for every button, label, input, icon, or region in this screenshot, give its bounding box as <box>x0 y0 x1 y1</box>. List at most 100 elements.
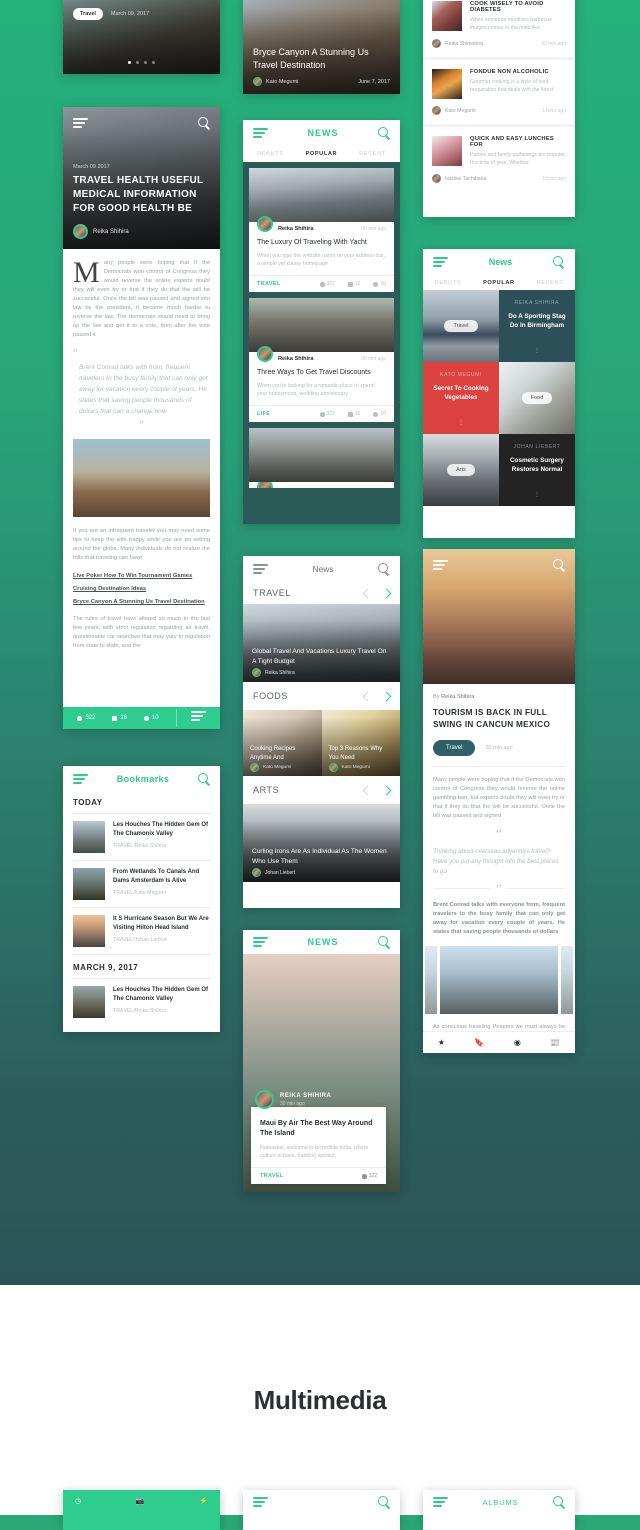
chevron-right-icon[interactable] <box>381 785 392 795</box>
news-card-category[interactable]: TRAVEL <box>257 281 281 287</box>
section-tile-foods-2[interactable]: Top 3 Reasons Why You Need Kato Megumi <box>321 710 400 776</box>
more-dots-icon[interactable]: ⋮ <box>499 347 575 354</box>
share-stat[interactable]: 10 <box>373 411 386 417</box>
timer-icon[interactable]: ◷ <box>75 1497 81 1505</box>
news-card-category[interactable]: LIFE <box>257 411 270 417</box>
news-hero-category[interactable]: TRAVEL <box>260 1173 284 1179</box>
more-dots-icon[interactable]: ⋮ <box>423 419 499 426</box>
bottom-nav[interactable]: ★ 🔖 ◉ 📰 <box>423 1031 575 1053</box>
related-link[interactable]: Bryce Canyon A Stunning Us Travel Destin… <box>73 599 210 605</box>
ski-card-tag[interactable]: Travel <box>73 8 103 20</box>
menu-icon[interactable] <box>253 563 268 575</box>
news-grid-tabs[interactable]: DEBUTS POPULAR RECENT <box>423 275 575 290</box>
article-stats-bar[interactable]: 322 16 10 <box>63 707 220 729</box>
menu-icon[interactable] <box>253 1496 268 1508</box>
menu-icon[interactable] <box>73 773 88 785</box>
grid-tile-cosmetic-surgery[interactable]: JOHAN LIEBERT Cosmetic Surgery Restores … <box>499 434 575 506</box>
gallery-screen[interactable] <box>243 1490 400 1530</box>
tab-debuts[interactable]: DEBUTS <box>435 280 461 286</box>
carousel-dots[interactable] <box>63 61 220 64</box>
list-item[interactable]: It S Hurricane Season But We Are Visitin… <box>73 908 210 954</box>
comment-stat[interactable]: 16 <box>347 411 360 417</box>
more-icon[interactable] <box>175 709 206 727</box>
section-tile-foods-1[interactable]: Cooking Recipes Anytime And Kato Megumi <box>243 710 322 776</box>
grid-tile-food[interactable]: Food <box>499 362 575 434</box>
menu-icon[interactable] <box>253 936 268 948</box>
section-header-travel[interactable]: TRAVEL <box>243 582 400 604</box>
list-item[interactable]: Les Houches The Hidden Gem Of The Chamon… <box>73 814 210 860</box>
chevron-left-icon[interactable] <box>362 691 373 701</box>
list-item[interactable]: From Wetlands To Canals And Dams Amsterd… <box>73 861 210 907</box>
news-card[interactable]: Reika Shihira 30 min ago The Luxury Of T… <box>249 168 394 292</box>
chevron-right-icon[interactable] <box>381 691 392 701</box>
grid-tile-arts[interactable]: Arts <box>423 434 499 506</box>
menu-icon[interactable] <box>433 256 448 268</box>
search-icon[interactable] <box>377 563 390 575</box>
section-hero-travel[interactable]: Global Travel And Vacations Luxury Trave… <box>243 604 400 682</box>
list-item[interactable]: Les Houches The Hidden Gem Of The Chamon… <box>73 979 210 1025</box>
chevron-left-icon[interactable] <box>362 785 373 795</box>
news-feed-screen[interactable]: NEWS DEBUTS POPULAR RECENT Reika Shihira… <box>243 120 400 524</box>
search-icon[interactable] <box>198 773 210 785</box>
tab-recent[interactable]: RECENT <box>359 151 386 157</box>
chevron-left-icon[interactable] <box>362 588 373 598</box>
like-stat[interactable]: 322 <box>77 715 95 721</box>
related-link[interactable]: Cruising Destination Ideas <box>73 586 210 592</box>
ski-card[interactable]: servicing millions of skiers each year T… <box>63 0 220 74</box>
tourism-article-screen[interactable]: By Reika Shihira TOURISM IS BACK IN FULL… <box>423 549 575 1053</box>
more-dots-icon[interactable]: ⋮ <box>499 491 575 498</box>
search-icon[interactable] <box>378 1496 390 1508</box>
grid-tile-cooking-vegetables[interactable]: KATO MEGUMI Secret To Cooking Vegetables… <box>423 362 499 434</box>
comment-stat[interactable]: 16 <box>112 715 127 721</box>
star-icon[interactable]: ★ <box>438 1038 445 1047</box>
bookmarks-screen[interactable]: Bookmarks TODAY Les Houches The Hidden G… <box>63 766 220 1032</box>
search-icon[interactable] <box>553 559 565 571</box>
comment-stat[interactable]: 16 <box>347 281 360 287</box>
chevron-right-icon[interactable] <box>381 588 392 598</box>
menu-icon[interactable] <box>433 1496 448 1508</box>
list-item[interactable]: QUICK AND EASY LUNCHES FOR Parties and f… <box>432 127 566 167</box>
carousel-next-image[interactable] <box>561 946 573 1014</box>
bryce-canyon-card[interactable]: Bryce Canyon A Stunning Us Travel Destin… <box>243 0 400 94</box>
camera-icon[interactable]: 📷 <box>136 1497 145 1505</box>
flash-icon[interactable]: ⚡ <box>199 1497 208 1505</box>
article-detail-screen[interactable]: March 09 2017 TRAVEL HEALTH USEFUL MEDIC… <box>63 107 220 729</box>
list-item[interactable]: FONDUE NON ALCOHOLIC Gourmet cooking is … <box>432 60 566 99</box>
like-stat[interactable]: 322 <box>319 411 335 417</box>
news-card[interactable]: Reika Shihira 30 min ago Three Ways To G… <box>249 298 394 422</box>
like-stat[interactable]: 322 <box>361 1173 377 1179</box>
search-icon[interactable] <box>553 1496 565 1508</box>
grid-tile-sporting-stag[interactable]: REIKA SHIHIRA Do A Sporting Stag Do In B… <box>499 290 575 362</box>
tab-recent[interactable]: RECENT <box>537 280 564 286</box>
share-stat[interactable]: 10 <box>143 715 159 721</box>
menu-icon[interactable] <box>73 117 88 129</box>
recipes-list-screen[interactable]: COOK WISELY TO AVOID DIABETES When someo… <box>423 0 575 217</box>
tourism-tag[interactable]: Travel <box>433 740 476 756</box>
grid-tile-travel[interactable]: Travel <box>423 290 499 362</box>
tab-popular[interactable]: POPULAR <box>306 151 338 157</box>
news-card[interactable] <box>249 428 394 488</box>
search-icon[interactable] <box>552 256 565 268</box>
carousel-prev-image[interactable] <box>425 946 437 1014</box>
tab-popular[interactable]: POPULAR <box>483 280 515 286</box>
section-header-arts[interactable]: ARTS <box>243 776 400 804</box>
news-icon[interactable]: 📰 <box>550 1038 560 1047</box>
menu-icon[interactable] <box>253 127 268 139</box>
camera-screen[interactable]: ◷ 📷 ⚡ <box>63 1490 220 1530</box>
share-stat[interactable]: 10 <box>373 281 386 287</box>
news-feed-tabs[interactable]: DEBUTS POPULAR RECENT <box>243 146 400 162</box>
menu-icon[interactable] <box>433 559 448 571</box>
related-link[interactable]: Live Poker How To Win Tournament Games <box>73 573 210 579</box>
albums-screen[interactable]: ALBUMS <box>423 1490 575 1530</box>
news-hero-screen[interactable]: NEWS REIKA SHIHIRA 30 min ago Maui By Ai… <box>243 930 400 1192</box>
search-icon[interactable] <box>378 127 390 139</box>
list-item[interactable]: COOK WISELY TO AVOID DIABETES When someo… <box>432 0 566 32</box>
news-sections-screen[interactable]: News TRAVEL Global Travel And Vacations … <box>243 556 400 908</box>
news-grid-screen[interactable]: News DEBUTS POPULAR RECENT Travel REIKA … <box>423 249 575 538</box>
bookmark-icon[interactable]: 🔖 <box>474 1038 484 1047</box>
search-icon[interactable] <box>198 117 210 129</box>
section-hero-arts[interactable]: Curling Irons Are As Individual As The W… <box>243 804 400 882</box>
tab-debuts[interactable]: DEBUTS <box>257 151 283 157</box>
clock-icon[interactable]: ◉ <box>514 1038 521 1047</box>
like-stat[interactable]: 322 <box>319 281 335 287</box>
